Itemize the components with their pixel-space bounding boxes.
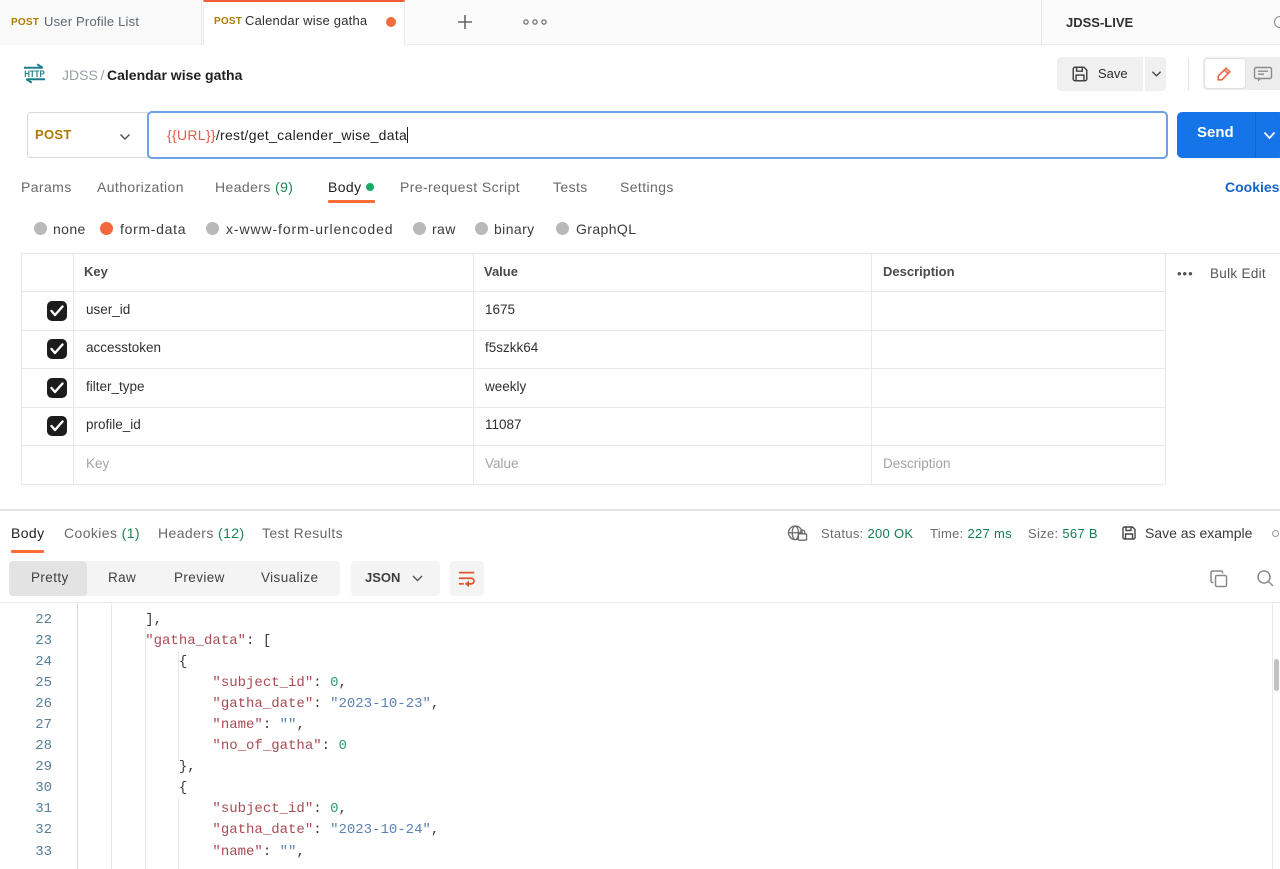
svg-text:HTTP: HTTP <box>24 69 45 79</box>
